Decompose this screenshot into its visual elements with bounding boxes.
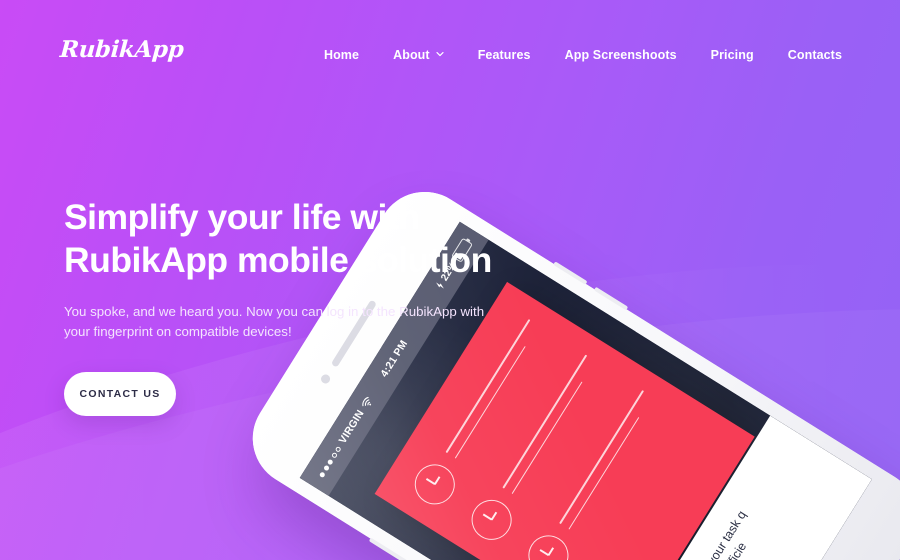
screen-caption-line-1: Manage your task q	[678, 508, 749, 560]
screen-caption-panel: Manage your task q and efficie	[610, 415, 872, 560]
hero-subtitle: You spoke, and we heard you. Now you can…	[64, 304, 485, 339]
nav-item-pricing[interactable]: Pricing	[694, 44, 771, 66]
contact-us-button[interactable]: CONTACT US	[64, 372, 176, 416]
clock-icon	[464, 492, 520, 548]
power-button[interactable]	[368, 537, 415, 560]
brand-logo[interactable]: RubikApp	[59, 36, 184, 63]
volume-down-button[interactable]	[593, 286, 629, 311]
screen-caption-line-2: and efficie	[655, 457, 802, 560]
volume-up-button[interactable]	[553, 261, 588, 285]
hero-copy-block: Simplify your life with RubikApp mobile …	[64, 196, 534, 416]
nav-item-label: Home	[323, 48, 360, 62]
nav-item-app-screenshoots[interactable]: App Screenshoots	[548, 44, 694, 66]
task-line	[568, 416, 640, 530]
signal-strength-icon	[318, 445, 342, 478]
clock-icon	[407, 456, 463, 512]
nav-item-home[interactable]: Home	[307, 44, 376, 66]
page-title-line-1: Simplify your life with	[64, 197, 420, 237]
nav-item-label: About	[393, 48, 430, 62]
task-line	[559, 390, 644, 525]
page-title-line-2: RubikApp mobile solution	[64, 240, 492, 280]
clock-icon	[520, 527, 576, 560]
nav-item-label: App Screenshoots	[564, 48, 677, 62]
hero-section: RubikApp Home About Features App Screens…	[0, 0, 900, 560]
task-text-placeholder	[549, 384, 660, 535]
nav-item-features[interactable]: Features	[461, 44, 548, 66]
nav-item-contacts[interactable]: Contacts	[771, 44, 842, 66]
site-header: RubikApp Home About Features App Screens…	[0, 0, 900, 108]
nav-item-label: Pricing	[710, 48, 754, 62]
page-title: Simplify your life with RubikApp mobile …	[64, 196, 534, 282]
nav-item-label: Features	[477, 48, 531, 62]
nav-item-about[interactable]: About	[376, 44, 461, 66]
task-row[interactable]	[520, 384, 666, 560]
nav-item-label: Contacts	[787, 48, 842, 62]
chevron-down-icon	[436, 50, 444, 58]
main-navigation: Home About Features App Screenshoots Pri…	[307, 44, 842, 66]
